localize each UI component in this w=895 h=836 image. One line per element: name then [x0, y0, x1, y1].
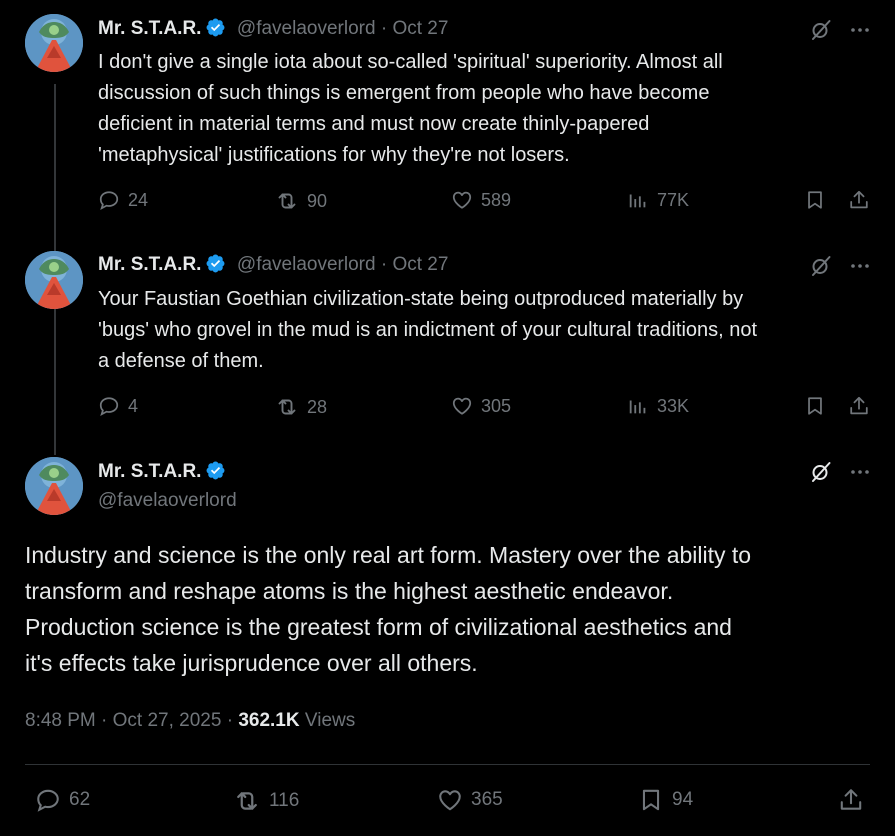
like-button[interactable]: 365	[437, 787, 503, 813]
repost-count: 90	[307, 190, 328, 211]
divider	[25, 764, 870, 765]
reply-icon	[98, 189, 120, 211]
repost-button[interactable]: 90	[275, 189, 327, 213]
tweet-text: Your Faustian Goethian civilization-stat…	[98, 284, 883, 377]
tweet-header: Mr. S.T.A.R. @favelaoverlord · Oct 27	[98, 253, 448, 276]
verified-badge-icon	[205, 253, 226, 274]
repost-count: 116	[269, 790, 300, 811]
views-count: 77K	[657, 189, 690, 210]
grok-icon[interactable]	[809, 460, 833, 484]
like-button[interactable]: 589	[451, 189, 511, 211]
tweet-text-line: a defense of them.	[98, 350, 264, 372]
avatar[interactable]	[25, 457, 83, 515]
share-icon[interactable]	[848, 189, 870, 211]
display-name[interactable]: Mr. S.T.A.R.	[98, 18, 201, 39]
avatar[interactable]	[25, 14, 83, 72]
tweet-text-line: it's effects take jurisprudence over all…	[25, 650, 478, 676]
tweet-header: Mr. S.T.A.R. @favelaoverlord · Oct 27	[98, 17, 448, 40]
verified-badge-icon	[205, 460, 226, 481]
reply-count: 62	[69, 789, 91, 810]
like-button[interactable]: 305	[451, 395, 511, 417]
tweet-text-line: Industry and science is the only real ar…	[25, 542, 752, 568]
tweet-text-line: 'bugs' who grovel in the mud is an indic…	[98, 319, 758, 341]
bookmark-count: 94	[672, 789, 694, 810]
tweet-text-line: deficient in material terms and must now…	[98, 113, 650, 135]
repost-count: 28	[307, 396, 328, 417]
reply-count: 4	[128, 395, 139, 416]
display-name[interactable]: Mr. S.T.A.R.	[98, 461, 201, 482]
more-icon[interactable]	[848, 254, 872, 278]
handle-and-date[interactable]: @favelaoverlord · Oct 27	[237, 254, 449, 275]
bookmark-icon[interactable]	[804, 395, 826, 417]
reply-button[interactable]: 4	[98, 395, 138, 417]
more-icon[interactable]	[848, 460, 872, 484]
repost-icon	[275, 189, 299, 213]
tweet-text-line: Production science is the greatest form …	[25, 614, 732, 640]
thread-line	[54, 290, 56, 455]
tweet-text: I don't give a single iota about so-call…	[98, 47, 878, 171]
views-count: 362.1K	[238, 710, 300, 731]
bookmark-icon	[638, 787, 664, 813]
timestamp[interactable]: 8:48 PM · Oct 27, 2025 ·	[25, 710, 238, 731]
repost-icon	[275, 395, 299, 419]
like-count: 365	[471, 789, 503, 810]
like-icon	[451, 395, 473, 417]
grok-icon[interactable]	[809, 254, 833, 278]
tweet-text-line: I don't give a single iota about so-call…	[98, 51, 723, 73]
like-icon	[437, 787, 463, 813]
like-count: 305	[481, 395, 512, 416]
verified-badge-icon	[205, 17, 226, 38]
share-icon[interactable]	[838, 787, 864, 813]
thread-line	[54, 84, 56, 254]
reply-count: 24	[128, 189, 149, 210]
repost-button[interactable]: 116	[233, 787, 299, 815]
reply-button[interactable]: 62	[35, 787, 90, 813]
tweet-text-line: discussion of such things is emergent fr…	[98, 82, 710, 104]
share-icon[interactable]	[848, 395, 870, 417]
grok-icon[interactable]	[809, 18, 833, 42]
bookmark-button[interactable]: 94	[638, 787, 693, 813]
author-name-row: Mr. S.T.A.R.	[98, 460, 226, 483]
like-icon	[451, 189, 473, 211]
views-button[interactable]: 77K	[627, 189, 689, 211]
tweet-text-line: Your Faustian Goethian civilization-stat…	[98, 288, 744, 310]
tweet-text-line: transform and reshape atoms is the highe…	[25, 578, 674, 604]
views-button[interactable]: 33K	[627, 395, 689, 417]
main-tweet-text: Industry and science is the only real ar…	[25, 537, 885, 681]
reply-icon	[98, 395, 120, 417]
bookmark-icon[interactable]	[804, 189, 826, 211]
more-icon[interactable]	[848, 18, 872, 42]
avatar[interactable]	[25, 251, 83, 309]
repost-button[interactable]: 28	[275, 395, 327, 419]
views-count: 33K	[657, 395, 690, 416]
reply-button[interactable]: 24	[98, 189, 148, 211]
views-icon	[627, 189, 649, 211]
reply-icon	[35, 787, 61, 813]
handle-and-date[interactable]: @favelaoverlord · Oct 27	[237, 18, 449, 39]
timestamp-row: 8:48 PM · Oct 27, 2025 · 362.1K Views	[25, 710, 355, 732]
views-label: Views	[299, 710, 356, 731]
views-icon	[627, 395, 649, 417]
handle[interactable]: @favelaoverlord	[98, 490, 237, 512]
tweet-text-line: 'metaphysical' justifications for why th…	[98, 144, 570, 166]
like-count: 589	[481, 189, 512, 210]
repost-icon	[233, 787, 261, 815]
display-name[interactable]: Mr. S.T.A.R.	[98, 254, 201, 275]
